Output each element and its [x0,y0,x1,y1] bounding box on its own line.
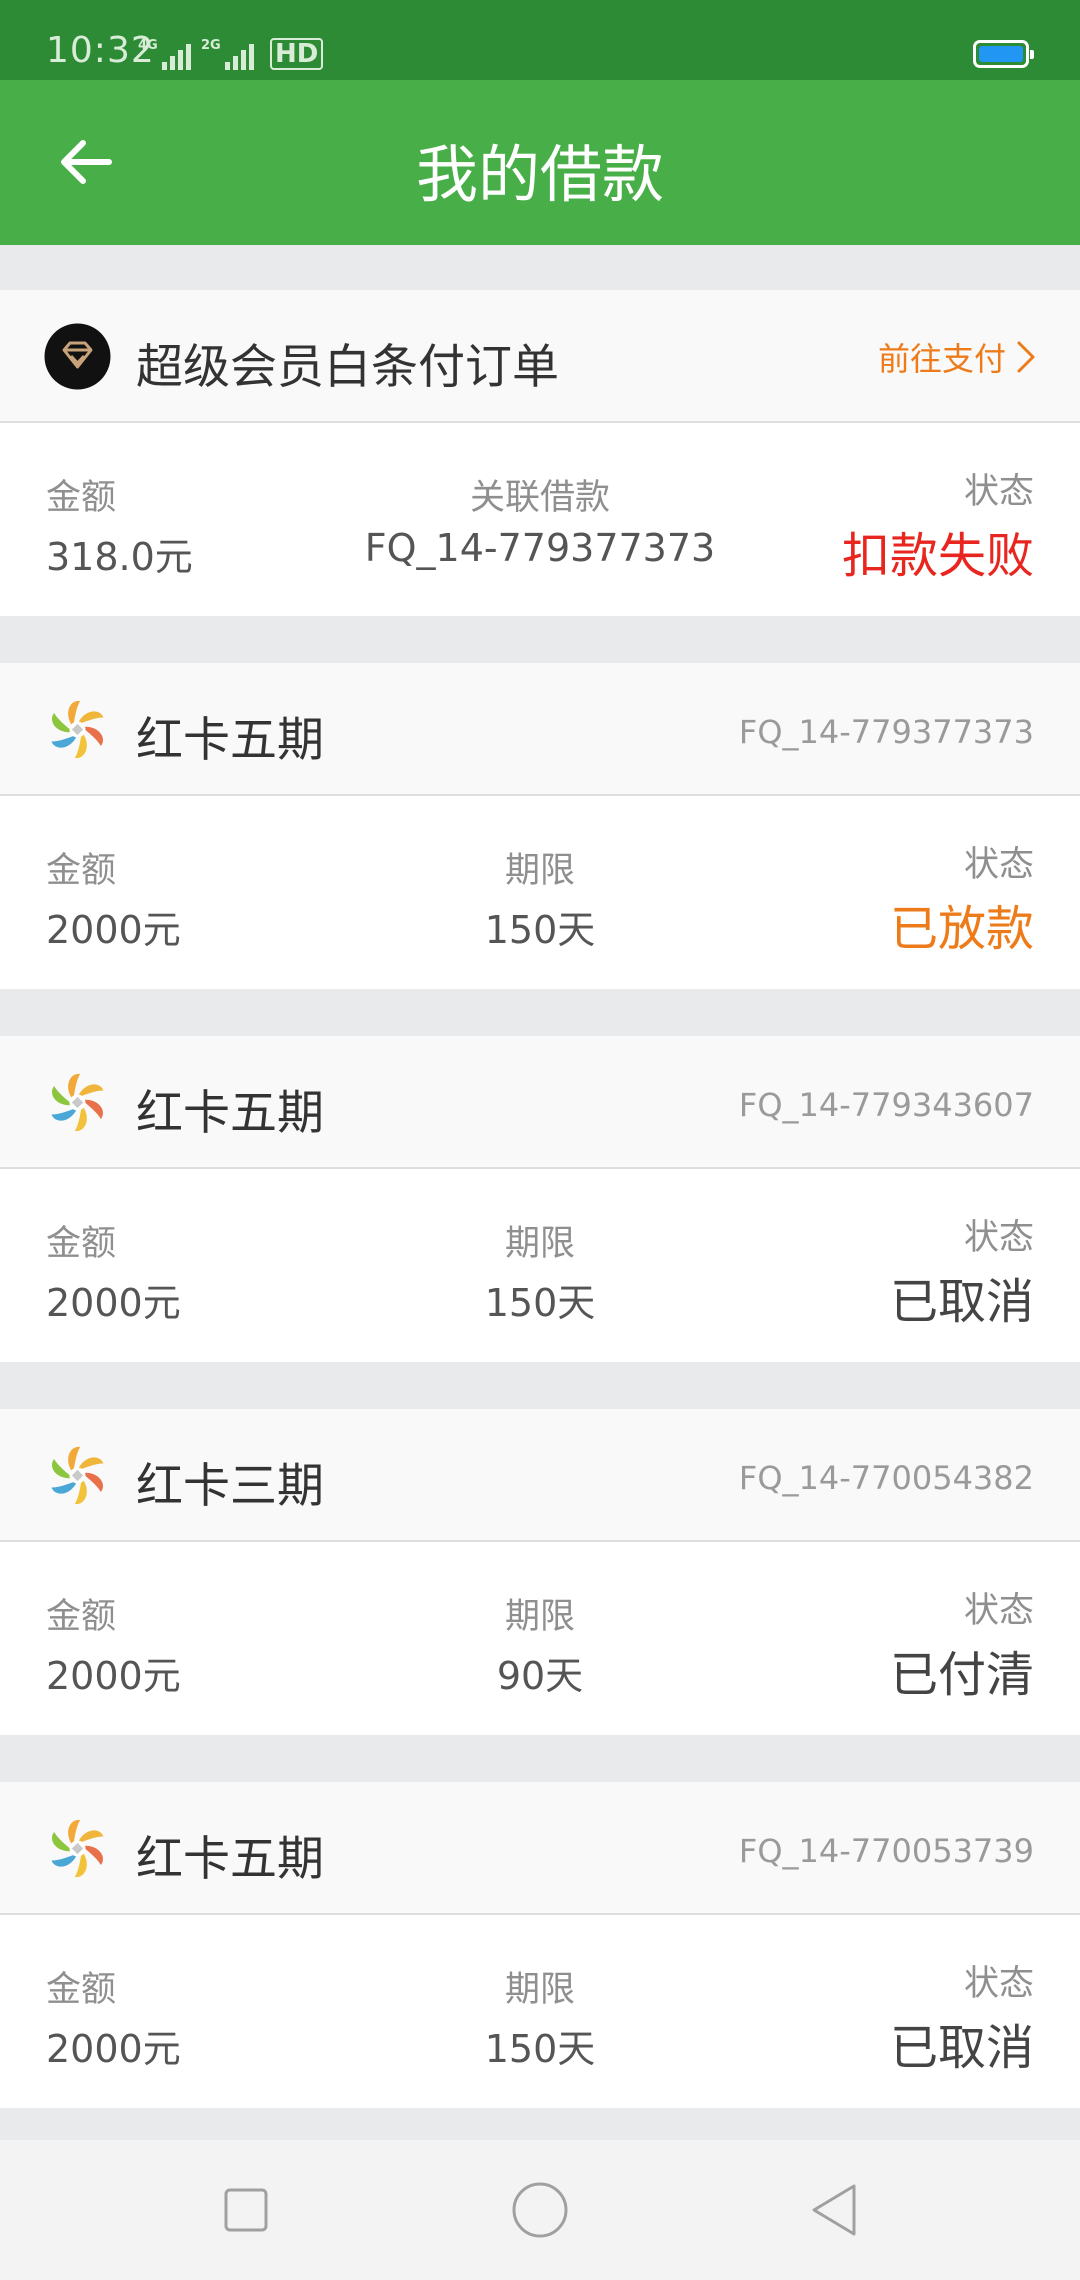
loan-product-name: 红卡五期 [136,1086,324,1141]
status-value: 已取消 [889,2020,1034,2076]
status-label: 状态 [963,845,1034,885]
status-value: 已放款 [889,901,1034,957]
go-pay-link[interactable]: 前往支付 [878,334,1036,380]
home-button[interactable] [510,2180,570,2240]
status-value: 已付清 [889,1647,1034,1703]
loan-card-header: 红卡五期 FQ_14-779377373 [0,663,1080,796]
flower-brand-icon [51,1446,104,1505]
app-bar: 我的借款 [0,80,1080,245]
back-nav-button[interactable] [804,2180,864,2240]
loan-code: FQ_14-770053739 [738,1832,1034,1870]
loan-card-body: 金额 2000元 期限 150天 状态 已放款 [0,796,1080,989]
flower-brand-icon [51,1819,104,1878]
hd-icon: HD [270,38,324,70]
status-column: 状态 已取消 [890,1209,1034,1332]
loan-card-body: 金额 2000元 期限 90天 状态 已付清 [0,1542,1080,1735]
signal-2g-icon: 2G [201,38,254,70]
flower-brand-icon [51,1073,104,1132]
go-pay-label: 前往支付 [877,340,1006,378]
vip-order-header: 超级会员白条付订单 前往支付 [0,290,1080,423]
status-value: 扣款失败 [841,528,1034,584]
flower-brand-icon [51,700,104,759]
battery-icon [973,40,1034,68]
vip-order-title: 超级会员白条付订单 [136,340,559,395]
signal-indicators: 4G 2G HD [138,32,324,70]
loan-product-name: 红卡五期 [136,713,324,768]
loan-code: FQ_14-779343607 [738,1086,1034,1124]
loan-card-header: 红卡三期 FQ_14-770054382 [0,1409,1080,1542]
loan-card[interactable]: 红卡三期 FQ_14-770054382 金额 2000元 期限 90天 状态 … [0,1409,1080,1735]
status-column: 状态 已取消 [890,1955,1034,2078]
chevron-right-icon [1017,341,1035,373]
square-recent-apps-icon [224,2188,268,2232]
loan-card[interactable]: 红卡五期 FQ_14-770053739 金额 2000元 期限 150天 状态… [0,1782,1080,2108]
diamond-vip-icon [44,323,111,390]
status-bar: 10:32 4G 2G HD [0,0,1080,80]
vip-order-body[interactable]: 金额 318.0元 关联借款 FQ_14-779377373 状态 扣款失败 [0,423,1080,616]
loan-card[interactable]: 红卡五期 FQ_14-779343607 金额 2000元 期限 150天 状态… [0,1036,1080,1362]
loan-code: FQ_14-770054382 [738,1459,1034,1497]
status-label: 状态 [963,1218,1034,1258]
system-nav-bar [0,2140,1080,2280]
status-column: 状态 已付清 [890,1582,1034,1705]
loan-code: FQ_14-779377373 [738,713,1034,751]
status-value: 已取消 [889,1274,1034,1330]
loan-card-header: 红卡五期 FQ_14-779343607 [0,1036,1080,1169]
loan-card[interactable]: 红卡五期 FQ_14-779377373 金额 2000元 期限 150天 状态… [0,663,1080,989]
loan-card-header: 红卡五期 FQ_14-770053739 [0,1782,1080,1915]
status-column: 状态 扣款失败 [842,463,1034,586]
loan-product-name: 红卡五期 [136,1832,324,1887]
signal-4g-icon: 4G [138,38,191,70]
status-label: 状态 [963,472,1034,512]
triangle-back-icon [812,2184,856,2236]
loan-product-name: 红卡三期 [136,1459,324,1514]
status-label: 状态 [963,1964,1034,2004]
loan-card-body: 金额 2000元 期限 150天 状态 已取消 [0,1169,1080,1362]
page-title: 我的借款 [415,138,664,211]
recent-apps-button[interactable] [216,2180,276,2240]
loan-card-body: 金额 2000元 期限 150天 状态 已取消 [0,1915,1080,2108]
vip-order-card: 超级会员白条付订单 前往支付 金额 318.0元 关联借款 FQ_14-7793… [0,290,1080,616]
status-label: 状态 [963,1591,1034,1631]
circle-home-icon [512,2182,568,2238]
status-column: 状态 已放款 [890,836,1034,959]
